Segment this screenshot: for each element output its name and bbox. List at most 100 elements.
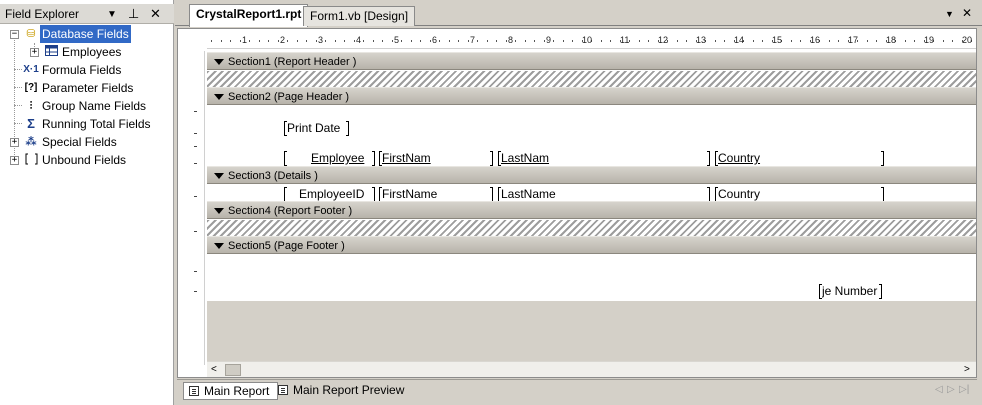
- ruler-number: 12: [658, 35, 669, 45]
- section-label: Section3 (Details ): [228, 170, 318, 182]
- expand-icon[interactable]: +: [30, 48, 39, 57]
- field-explorer-header: Field Explorer ▼ ⊥ ✕: [0, 4, 174, 24]
- ruler-tick: [515, 40, 516, 42]
- next-report-icon[interactable]: ▷: [947, 384, 955, 395]
- collapse-triangle-icon[interactable]: [214, 94, 224, 100]
- collapse-triangle-icon[interactable]: [214, 208, 224, 214]
- ruler-number: 6: [432, 35, 438, 45]
- lastname-header-field[interactable]: LastNam: [501, 151, 701, 166]
- firstname-field[interactable]: FirstName: [382, 187, 490, 202]
- ruler-tick: [534, 40, 535, 42]
- ruler-tick: [401, 40, 402, 42]
- tree-item-formula-fields[interactable]: X·1 Formula Fields: [0, 61, 174, 79]
- ruler-tick: [715, 40, 716, 42]
- collapse-icon[interactable]: −: [10, 30, 19, 39]
- tab-crystalreport1[interactable]: CrystalReport1.rpt: [189, 4, 309, 27]
- ruler-tick: [601, 40, 602, 42]
- tab-main-report-preview[interactable]: Main Report Preview: [273, 382, 412, 400]
- tab-main-report[interactable]: Main Report: [183, 382, 279, 400]
- ruler-tick: [525, 40, 526, 42]
- close-document-icon[interactable]: ✕: [962, 6, 972, 20]
- lastname-field[interactable]: LastName: [501, 187, 701, 202]
- ruler-tick: [211, 40, 212, 42]
- section-report-footer[interactable]: Section4 (Report Footer ): [207, 201, 976, 219]
- close-panel-icon[interactable]: ✕: [150, 5, 161, 23]
- field-left-bracket: [284, 151, 287, 166]
- ruler-tick: [221, 40, 222, 42]
- ruler-tick: [297, 40, 298, 42]
- tree-item-label: Unbound Fields: [42, 153, 127, 167]
- field-right-bracket: [490, 151, 493, 166]
- report-preview-icon: [278, 385, 288, 395]
- vertical-ruler-mark: [194, 111, 197, 112]
- section-page-header[interactable]: Section2 (Page Header ): [207, 87, 976, 105]
- tree-item-group-name-fields[interactable]: ⫶ Group Name Fields: [0, 97, 174, 115]
- section-report-header[interactable]: Section1 (Report Header ): [207, 52, 976, 70]
- tree-item-running-total-fields[interactable]: Σ Running Total Fields: [0, 115, 174, 133]
- tree-item-label: Employees: [62, 45, 122, 59]
- ruler-number: 11: [620, 35, 630, 45]
- vertical-ruler-mark: [194, 231, 197, 232]
- collapse-triangle-icon[interactable]: [214, 243, 224, 249]
- scroll-right-arrow-icon[interactable]: >: [964, 364, 970, 375]
- print-date-field[interactable]: Print Date: [287, 121, 351, 136]
- country-field[interactable]: Country: [718, 187, 878, 202]
- ruler-tick: [259, 40, 260, 42]
- section-details[interactable]: Section3 (Details ): [207, 166, 976, 184]
- tab-form1-design[interactable]: Form1.vb [Design]: [303, 6, 416, 26]
- ruler-tick: [943, 40, 944, 42]
- tree-item-label: Group Name Fields: [42, 99, 147, 113]
- employeeid-field[interactable]: EmployeeID: [299, 187, 379, 202]
- tree-item-special-fields[interactable]: + ⁂ Special Fields: [0, 133, 174, 151]
- ruler-tick: [449, 40, 450, 42]
- report-icon: [189, 386, 199, 396]
- scrollbar-thumb[interactable]: [225, 364, 241, 376]
- document-tab-strip: CrystalReport1.rpt Form1.vb [Design] ▼ ✕: [175, 4, 982, 27]
- employee-header-field[interactable]: Employee: [311, 151, 375, 166]
- ruler-tick: [610, 40, 611, 42]
- ruler-tick: [354, 40, 355, 42]
- previous-report-icon[interactable]: ◁: [935, 384, 943, 395]
- field-right-bracket: [372, 151, 375, 166]
- section-page-footer[interactable]: Section5 (Page Footer ): [207, 236, 976, 254]
- tree-item-unbound-fields[interactable]: + Unbound Fields: [0, 151, 174, 169]
- scroll-left-arrow-icon[interactable]: <: [211, 364, 217, 375]
- section-label: Section2 (Page Header ): [228, 91, 350, 103]
- ruler-tick: [563, 40, 564, 42]
- expand-icon[interactable]: +: [10, 156, 19, 165]
- collapse-triangle-icon[interactable]: [214, 59, 224, 65]
- tree-item-database-fields[interactable]: − ⛁ Database Fields: [0, 25, 174, 43]
- tab-label: Main Report Preview: [293, 383, 405, 397]
- firstname-header-field[interactable]: FirstNam: [382, 151, 490, 166]
- field-right-bracket: [372, 187, 375, 202]
- vertical-ruler-mark: [194, 163, 197, 164]
- ruler-number: 13: [696, 35, 707, 45]
- ruler-tick: [487, 40, 488, 42]
- ruler-number: 2: [280, 35, 286, 45]
- collapse-triangle-icon[interactable]: [214, 173, 224, 179]
- document-area: CrystalReport1.rpt Form1.vb [Design] ▼ ✕…: [175, 0, 982, 405]
- ruler-number: 1: [242, 35, 248, 45]
- ruler-number: 16: [810, 35, 821, 45]
- page-number-field[interactable]: je Number: [822, 284, 882, 299]
- ruler-tick: [240, 40, 241, 42]
- country-header-field[interactable]: Country: [718, 151, 878, 166]
- ruler-tick: [496, 40, 497, 42]
- ruler-tick: [363, 40, 364, 42]
- last-report-icon[interactable]: ▷|: [959, 384, 969, 395]
- tab-dropdown-icon[interactable]: ▼: [945, 9, 954, 19]
- vertical-ruler-mark: [194, 133, 197, 134]
- field-left-bracket: [284, 187, 287, 202]
- bottom-tab-strip: Main Report Main Report Preview ◁ ▷ ▷|: [177, 379, 977, 401]
- ruler-number: 10: [582, 35, 593, 45]
- pin-icon[interactable]: ⊥: [128, 5, 139, 23]
- ruler-tick: [791, 40, 792, 42]
- formula-icon: X·1: [23, 64, 39, 75]
- tree-item-parameter-fields[interactable]: [?] Parameter Fields: [0, 79, 174, 97]
- field-right-bracket: [346, 121, 349, 136]
- expand-icon[interactable]: +: [10, 138, 19, 147]
- ruler-tick: [249, 40, 250, 42]
- panel-dropdown-icon[interactable]: ▼: [107, 6, 117, 24]
- horizontal-scrollbar[interactable]: < >: [207, 361, 976, 377]
- tree-item-employees[interactable]: + Employees: [0, 43, 174, 61]
